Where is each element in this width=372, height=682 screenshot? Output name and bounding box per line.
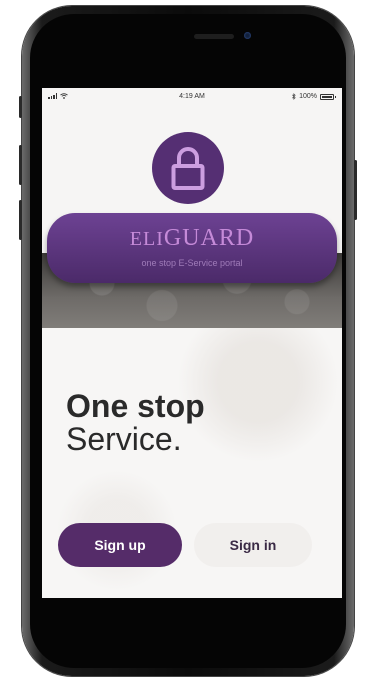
earpiece-speaker <box>194 34 234 39</box>
headline: One stop Service. <box>66 390 205 456</box>
brand-suffix: GUARD <box>163 225 255 251</box>
front-camera <box>244 32 251 39</box>
battery-icon <box>320 93 336 100</box>
battery-fill <box>322 95 332 98</box>
status-right: 100% <box>292 93 336 100</box>
battery-percentage: 100% <box>299 93 317 100</box>
brand-title: ELIGUARD <box>47 225 337 252</box>
power-button <box>354 160 357 220</box>
sign-up-button[interactable]: Sign up <box>58 523 182 567</box>
app-screen: 4:19 AM 100% ELIGUARD one stop E-Service… <box>42 88 342 598</box>
brand-tagline: one stop E-Service portal <box>141 258 243 268</box>
status-bar: 4:19 AM 100% <box>42 88 342 106</box>
lock-badge <box>152 132 224 204</box>
bluetooth-icon <box>292 93 296 100</box>
mute-switch <box>19 200 22 240</box>
volume-down-button <box>19 145 22 185</box>
headline-line-1: One stop <box>66 388 205 424</box>
lock-icon <box>171 147 205 190</box>
headline-line-2: Service. <box>66 421 182 457</box>
brand-banner: ELIGUARD one stop E-Service portal <box>47 213 337 283</box>
sign-in-button[interactable]: Sign in <box>194 523 312 567</box>
volume-up-button <box>19 96 22 118</box>
brand-prefix: ELI <box>129 228 164 250</box>
